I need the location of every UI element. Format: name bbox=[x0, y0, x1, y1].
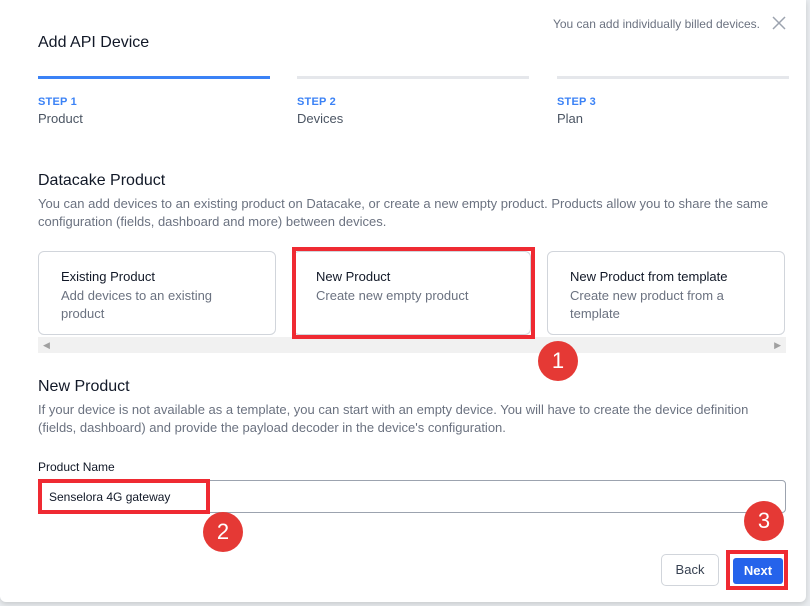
dialog-title: Add API Device bbox=[38, 34, 150, 51]
annotation-badge-3: 3 bbox=[744, 501, 784, 541]
option-description: Create new empty product bbox=[316, 288, 469, 303]
annotation-badge-2: 2 bbox=[203, 512, 243, 552]
step-number: STEP 1 bbox=[38, 96, 77, 108]
step-number: STEP 2 bbox=[297, 96, 336, 108]
option-title: New Product from template bbox=[570, 269, 728, 284]
product-name-label: Product Name bbox=[38, 460, 115, 474]
annotation-badge-1: 1 bbox=[538, 341, 578, 381]
back-button[interactable]: Back bbox=[661, 554, 719, 586]
step-product[interactable]: STEP 1 Product bbox=[38, 76, 270, 126]
option-new-product-from-template[interactable]: New Product from template Create new pro… bbox=[547, 251, 785, 335]
option-new-product[interactable]: New Product Create new empty product bbox=[293, 251, 531, 335]
step-name: Product bbox=[38, 111, 83, 126]
product-name-input[interactable] bbox=[38, 480, 786, 513]
billing-note: You can add individually billed devices. bbox=[552, 17, 760, 31]
horizontal-scrollbar[interactable]: ◀ ▶ bbox=[38, 337, 786, 353]
step-devices[interactable]: STEP 2 Devices bbox=[297, 76, 529, 126]
step-name: Plan bbox=[557, 111, 584, 126]
new-product-heading: New Product bbox=[38, 378, 130, 395]
close-icon[interactable] bbox=[770, 14, 788, 32]
option-description: Create new product from a template bbox=[570, 288, 724, 321]
chevron-left-icon[interactable]: ◀ bbox=[43, 340, 50, 351]
step-progress-bar bbox=[297, 76, 529, 79]
step-name: Devices bbox=[297, 111, 344, 126]
add-api-device-dialog: You can add individually billed devices.… bbox=[0, 0, 806, 602]
product-section-heading: Datacake Product bbox=[38, 172, 166, 189]
step-progress-bar bbox=[38, 76, 270, 79]
option-existing-product[interactable]: Existing Product Add devices to an exist… bbox=[38, 251, 276, 335]
step-plan[interactable]: STEP 3 Plan bbox=[557, 76, 789, 126]
step-progress-bar bbox=[557, 76, 789, 79]
option-title: New Product bbox=[316, 269, 391, 284]
new-product-description: If your device is not available as a tem… bbox=[38, 402, 749, 435]
step-number: STEP 3 bbox=[557, 96, 596, 108]
option-description: Add devices to an existing product bbox=[61, 288, 213, 321]
product-options: Existing Product Add devices to an exist… bbox=[38, 251, 786, 337]
chevron-right-icon[interactable]: ▶ bbox=[774, 340, 781, 351]
next-button[interactable]: Next bbox=[733, 558, 783, 584]
option-title: Existing Product bbox=[61, 269, 155, 284]
product-section-description: You can add devices to an existing produ… bbox=[38, 196, 769, 229]
